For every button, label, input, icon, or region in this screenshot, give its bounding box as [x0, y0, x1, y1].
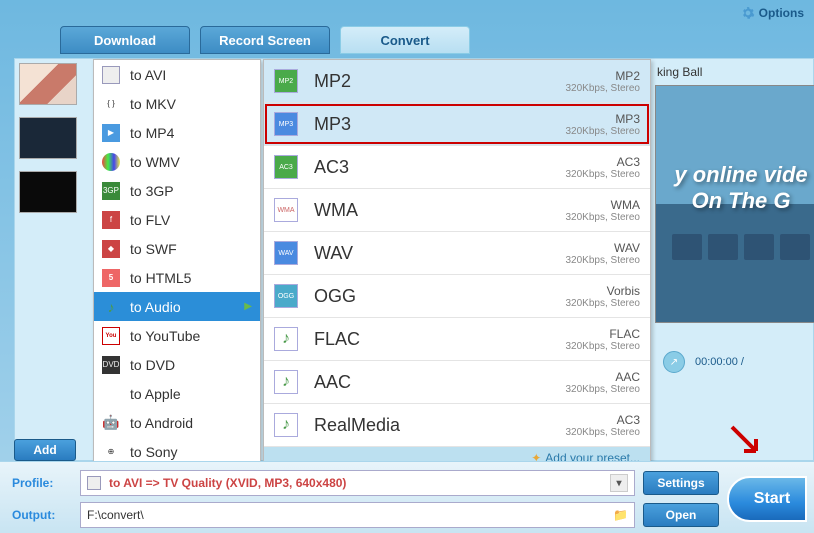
- audio-format-wma[interactable]: WMAWMAWMA320Kbps, Stereo: [264, 189, 650, 232]
- mp4-icon: ▶: [102, 124, 120, 142]
- clip-thumbnail[interactable]: [19, 117, 77, 159]
- audio-format-wav[interactable]: WAVWAVWAV320Kbps, Stereo: [264, 232, 650, 275]
- audio-format-mp3[interactable]: MP3MP3MP3320Kbps, Stereo: [264, 103, 650, 146]
- audio-format-aac[interactable]: ♪AACAAC320Kbps, Stereo: [264, 361, 650, 404]
- format-to-swf[interactable]: ◆to SWF: [94, 234, 260, 263]
- settings-button[interactable]: Settings: [643, 471, 719, 495]
- youtube-icon: You: [102, 327, 120, 345]
- avi-icon: [102, 66, 120, 84]
- clip-title: king Ball: [655, 59, 813, 85]
- chevron-right-icon: ▶: [244, 301, 252, 312]
- audio-format-panel: MP2MP2MP2320Kbps, Stereo MP3MP3MP3320Kbp…: [263, 59, 651, 470]
- format-to-flv[interactable]: fto FLV: [94, 205, 260, 234]
- output-label: Output:: [12, 508, 72, 522]
- thumbnail-list: [15, 59, 81, 460]
- format-to-mkv[interactable]: { }to MKV: [94, 89, 260, 118]
- format-menu: to AVI { }to MKV ▶to MP4 to WMV 3GPto 3G…: [93, 59, 261, 467]
- output-path-input[interactable]: F:\convert\ 📁: [80, 502, 635, 528]
- profile-label: Profile:: [12, 476, 72, 490]
- aac-icon: ♪: [274, 370, 298, 394]
- tab-convert[interactable]: Convert: [340, 26, 470, 54]
- bottom-bar: Profile: to AVI => TV Quality (XVID, MP3…: [0, 461, 814, 533]
- preview-column: king Ball y online vide On The G ↗ 00:00…: [655, 59, 813, 373]
- audio-icon: ♪: [102, 298, 120, 316]
- audio-format-flac[interactable]: ♪FLACFLAC320Kbps, Stereo: [264, 318, 650, 361]
- mkv-icon: { }: [102, 95, 120, 113]
- dvd-icon: DVD: [102, 356, 120, 374]
- add-button[interactable]: Add: [14, 439, 76, 461]
- apple-icon: [102, 385, 120, 403]
- format-to-wmv[interactable]: to WMV: [94, 147, 260, 176]
- audio-format-ac3[interactable]: AC3AC3AC3320Kbps, Stereo: [264, 146, 650, 189]
- 3gp-icon: 3GP: [102, 182, 120, 200]
- start-button[interactable]: Start: [727, 476, 807, 522]
- format-to-android[interactable]: 🤖to Android: [94, 408, 260, 437]
- format-to-html5[interactable]: 5to HTML5: [94, 263, 260, 292]
- tab-download[interactable]: Download: [60, 26, 190, 54]
- play-button[interactable]: ↗: [663, 351, 685, 373]
- format-to-dvd[interactable]: DVDto DVD: [94, 350, 260, 379]
- format-to-apple[interactable]: to Apple: [94, 379, 260, 408]
- profile-dropdown[interactable]: to AVI => TV Quality (XVID, MP3, 640x480…: [80, 470, 635, 496]
- wmv-icon: [102, 153, 120, 171]
- mp2-icon: MP2: [274, 69, 298, 93]
- format-to-avi[interactable]: to AVI: [94, 60, 260, 89]
- tab-record-screen[interactable]: Record Screen: [200, 26, 330, 54]
- flv-icon: f: [102, 211, 120, 229]
- gear-icon: [741, 6, 755, 20]
- android-icon: 🤖: [102, 414, 120, 432]
- format-to-audio[interactable]: ♪to Audio▶: [94, 292, 260, 321]
- ogg-icon: OGG: [274, 284, 298, 308]
- timecode: 00:00:00 /: [695, 356, 744, 368]
- clip-thumbnail[interactable]: [19, 171, 77, 213]
- open-button[interactable]: Open: [643, 503, 719, 527]
- wav-icon: WAV: [274, 241, 298, 265]
- wma-icon: WMA: [274, 198, 298, 222]
- swf-icon: ◆: [102, 240, 120, 258]
- options-label: Options: [759, 6, 804, 20]
- preview-image: y online vide On The G: [655, 85, 814, 323]
- format-to-youtube[interactable]: Youto YouTube: [94, 321, 260, 350]
- options-button[interactable]: Options: [741, 6, 804, 20]
- sony-icon: ⊕: [102, 443, 120, 461]
- html5-icon: 5: [102, 269, 120, 287]
- audio-format-realmedia[interactable]: ♪RealMediaAC3320Kbps, Stereo: [264, 404, 650, 447]
- format-to-mp4[interactable]: ▶to MP4: [94, 118, 260, 147]
- flac-icon: ♪: [274, 327, 298, 351]
- ac3-icon: AC3: [274, 155, 298, 179]
- audio-format-mp2[interactable]: MP2MP2MP2320Kbps, Stereo: [264, 60, 650, 103]
- format-to-3gp[interactable]: 3GPto 3GP: [94, 176, 260, 205]
- chevron-down-icon: ▾: [610, 474, 628, 492]
- workspace: to AVI { }to MKV ▶to MP4 to WMV 3GPto 3G…: [14, 58, 814, 461]
- audio-format-ogg[interactable]: OGGOGGVorbis320Kbps, Stereo: [264, 275, 650, 318]
- folder-icon[interactable]: 📁: [613, 508, 628, 522]
- play-arrow-icon: ↗: [670, 357, 678, 368]
- red-arrow-annotation: [726, 421, 766, 461]
- realmedia-icon: ♪: [274, 413, 298, 437]
- mp3-icon: MP3: [274, 112, 298, 136]
- profile-icon: [87, 476, 101, 490]
- clip-thumbnail[interactable]: [19, 63, 77, 105]
